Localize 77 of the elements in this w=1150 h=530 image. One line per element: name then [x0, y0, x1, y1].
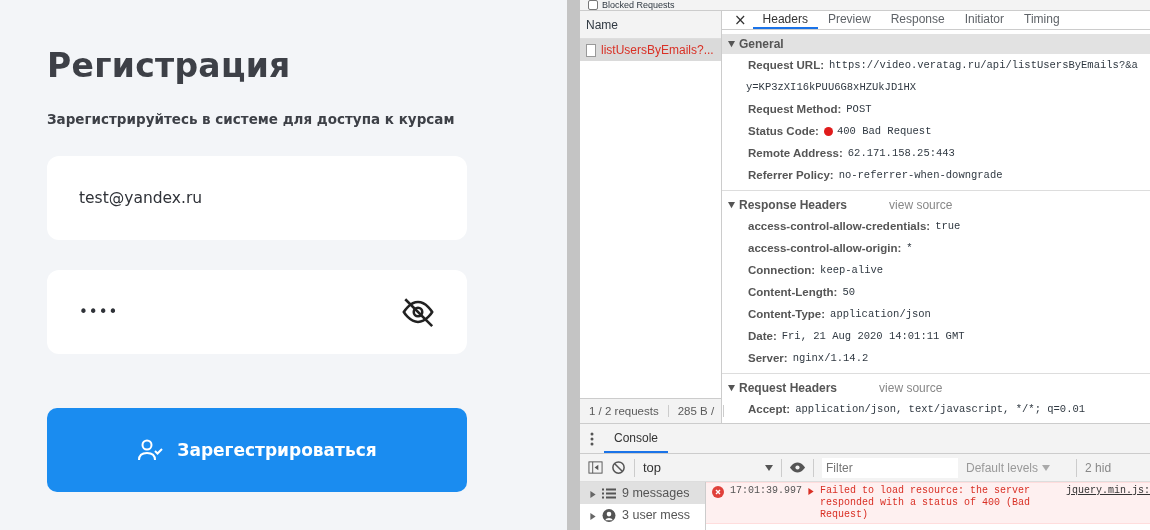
- header-name: access-control-allow-credentials:: [748, 220, 931, 232]
- close-button[interactable]: ×: [728, 11, 753, 29]
- sidebar-item[interactable]: 9 messages: [580, 482, 705, 504]
- section-header[interactable]: General: [722, 34, 1150, 54]
- header-value: https://video.veratag.ru/api/listUsersByEmails?&a: [829, 59, 1138, 71]
- context-select[interactable]: top: [643, 460, 773, 475]
- section-title[interactable]: General: [739, 37, 784, 51]
- header-name: Content-Length:: [748, 286, 838, 298]
- header-name: Accept:: [748, 403, 791, 415]
- header-name: Request Method:: [748, 103, 842, 115]
- view-source-link[interactable]: view source: [879, 381, 943, 395]
- subtitle: Зарегистрируйтесь в системе для доступа к курсам: [47, 111, 456, 127]
- expand-triangle-icon[interactable]: [728, 40, 735, 48]
- header-name: Remote Address:: [748, 147, 843, 159]
- expand-triangle-icon[interactable]: [808, 488, 814, 495]
- status-dot-icon: [823, 126, 833, 136]
- expand-triangle-icon[interactable]: [590, 513, 596, 520]
- header-value: *: [906, 242, 913, 254]
- page-title: Регистрация: [47, 46, 292, 85]
- header-value: no-referrer-when-downgrade: [838, 169, 1003, 181]
- tab[interactable]: Initiator: [954, 11, 1015, 29]
- header-value: true: [935, 220, 961, 232]
- file-icon: [586, 43, 596, 57]
- header-value: keep-alive: [820, 264, 884, 276]
- checkbox[interactable]: [588, 0, 598, 10]
- block-icon[interactable]: [611, 460, 626, 475]
- header-name: Status Code:: [748, 125, 819, 137]
- header-value: POST: [846, 103, 872, 115]
- request-row[interactable]: listUsersByEmails?...: [580, 39, 721, 61]
- header-value: application/json, text/javascript, */*; q=0.01: [795, 403, 1086, 415]
- header-value: 50: [842, 286, 856, 298]
- eye-icon[interactable]: [790, 460, 805, 475]
- header-value: y=KP3zXI16kPUU6G8xHZUkJD1HX: [745, 80, 918, 95]
- user-icon: [602, 508, 616, 522]
- tab[interactable]: Response: [880, 11, 955, 29]
- header-name: Content-Type:: [748, 308, 826, 320]
- column-header[interactable]: Name: [580, 11, 721, 39]
- header-name: Date:: [748, 330, 777, 342]
- header-value: 400 Bad Request: [836, 125, 932, 137]
- header-value: application/json: [830, 308, 931, 320]
- hidden-count: 2 hid: [1085, 460, 1112, 475]
- status-text: 1 / 2 requests: [580, 405, 669, 417]
- caret-icon: [765, 464, 773, 471]
- password-field[interactable]: ••••: [47, 270, 467, 354]
- register-button[interactable]: Зарегестрироваться: [47, 408, 467, 492]
- user-check-icon: [137, 438, 164, 462]
- view-source-link[interactable]: view source: [889, 198, 953, 212]
- timestamp: 17:01:39.997: [730, 485, 802, 498]
- email-field[interactable]: test@yandex.ru: [47, 156, 467, 240]
- expand-triangle-icon[interactable]: [590, 491, 596, 498]
- section-title[interactable]: Response Headers: [739, 198, 848, 212]
- header-name: access-control-allow-origin:: [748, 242, 902, 254]
- password-value: ••••: [79, 303, 119, 321]
- header-value: nginx/1.14.2: [792, 352, 869, 364]
- expand-triangle-icon[interactable]: [728, 201, 735, 209]
- tab[interactable]: Headers: [752, 11, 818, 29]
- tab[interactable]: Preview: [817, 11, 881, 29]
- more-icon[interactable]: [590, 431, 594, 446]
- filter-field[interactable]: Filter: [822, 457, 958, 478]
- section-title[interactable]: Request Headers: [739, 381, 838, 395]
- checkbox-label: Blocked Requests: [602, 0, 675, 10]
- source-link[interactable]: jquery.min.js:: [1066, 485, 1150, 497]
- expand-triangle-icon[interactable]: [728, 384, 735, 392]
- header-name: Request URL:: [748, 59, 825, 71]
- caret-icon: [1042, 464, 1051, 471]
- sidebar-item[interactable]: 3 user mess: [580, 504, 705, 526]
- list-icon: [602, 486, 616, 500]
- header-name: Connection:: [748, 264, 816, 276]
- error-icon: [712, 486, 724, 498]
- error-text: Failed to load resource: the server responded with a status of 400 (Bad Request): [820, 485, 1032, 521]
- status-text: 285 B /: [668, 405, 725, 417]
- tab[interactable]: Timing: [1014, 11, 1070, 29]
- header-value: Fri, 21 Aug 2020 14:01:11 GMT: [781, 330, 965, 342]
- sidebar-toggle-icon[interactable]: [588, 460, 603, 475]
- header-value: 62.171.158.25:443: [847, 147, 955, 159]
- header-name: Referrer Policy:: [748, 169, 834, 181]
- header-name: Server:: [748, 352, 788, 364]
